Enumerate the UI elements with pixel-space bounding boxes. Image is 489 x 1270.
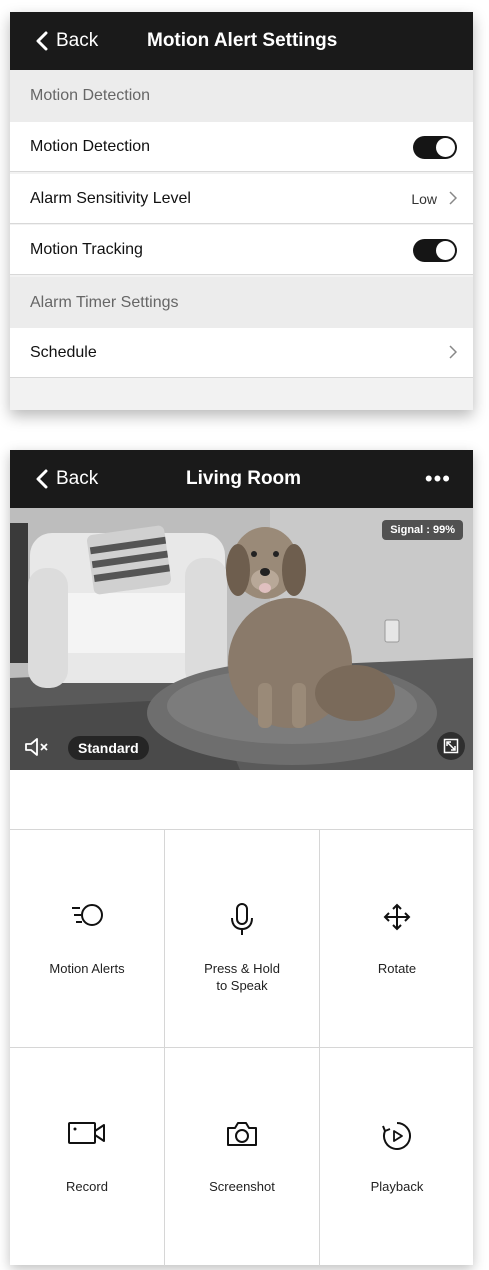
more-options-button[interactable]: ••• bbox=[425, 450, 451, 508]
playback-button[interactable]: Playback bbox=[320, 1048, 474, 1265]
rotate-button[interactable]: Rotate bbox=[320, 830, 474, 1047]
motion-alerts-label: Motion Alerts bbox=[49, 961, 125, 976]
back-button[interactable]: Back bbox=[36, 12, 98, 70]
camera-navbar: Back Living Room ••• bbox=[10, 450, 473, 508]
signal-strength-badge: Signal : 99% bbox=[382, 520, 463, 540]
video-quality-button[interactable]: Standard bbox=[68, 736, 149, 760]
chevron-left-icon bbox=[36, 469, 48, 489]
camera-live-view[interactable]: Signal : 99% Standard bbox=[10, 508, 473, 770]
motion-detection-toggle[interactable] bbox=[413, 136, 457, 159]
back-button[interactable]: Back bbox=[36, 450, 98, 508]
rotate-arrows-icon bbox=[383, 903, 411, 931]
page-title: Motion Alert Settings bbox=[147, 30, 338, 51]
schedule-row[interactable]: Schedule bbox=[10, 328, 473, 378]
camera-title: Living Room bbox=[186, 468, 302, 489]
section-header-motion-detection: Motion Detection bbox=[10, 70, 473, 122]
chevron-left-icon bbox=[36, 31, 48, 51]
record-button[interactable]: Record bbox=[10, 1048, 164, 1265]
camera-controls-grid: Motion Alerts Press & Hold to Speak Rota… bbox=[10, 829, 473, 1266]
alarm-sensitivity-label: Alarm Sensitivity Level bbox=[30, 189, 191, 207]
motion-alerts-button[interactable]: Motion Alerts bbox=[10, 830, 164, 1047]
alarm-sensitivity-value: Low bbox=[411, 190, 437, 207]
schedule-label: Schedule bbox=[30, 343, 97, 361]
motion-tracking-toggle[interactable] bbox=[413, 239, 457, 262]
camera-icon bbox=[227, 1122, 257, 1146]
screenshot-button[interactable]: Screenshot bbox=[165, 1048, 319, 1265]
screenshot-label: Screenshot bbox=[209, 1179, 275, 1194]
motion-alert-settings-panel: Back Motion Alert Settings Motion Detect… bbox=[10, 12, 473, 410]
section-header-alarm-timer: Alarm Timer Settings bbox=[10, 277, 473, 329]
record-label: Record bbox=[66, 1179, 108, 1194]
back-label: Back bbox=[56, 30, 99, 51]
camera-feed-image bbox=[10, 508, 473, 770]
alarm-sensitivity-row[interactable]: Alarm Sensitivity Level Low bbox=[10, 174, 473, 224]
microphone-icon bbox=[231, 903, 253, 935]
back-label: Back bbox=[56, 468, 99, 489]
rotate-label: Rotate bbox=[377, 961, 417, 976]
playback-icon bbox=[382, 1122, 411, 1150]
chevron-right-icon bbox=[449, 345, 457, 359]
settings-navbar: Back Motion Alert Settings bbox=[10, 12, 473, 70]
motion-alerts-icon bbox=[72, 904, 103, 926]
video-camera-icon bbox=[68, 1122, 105, 1144]
living-room-camera-panel: Back Living Room ••• Signal: 99% Standa… bbox=[10, 450, 473, 1266]
motion-tracking-label: Motion Tracking bbox=[30, 240, 143, 258]
playback-label: Playback bbox=[370, 1179, 424, 1194]
motion-tracking-row: Motion Tracking bbox=[10, 225, 473, 275]
fullscreen-icon bbox=[443, 738, 459, 754]
motion-detection-label: Motion Detection bbox=[30, 137, 151, 155]
chevron-right-icon bbox=[449, 191, 457, 205]
fullscreen-button[interactable] bbox=[437, 732, 465, 760]
motion-detection-row: Motion Detection bbox=[10, 122, 473, 172]
press-to-speak-button[interactable]: Press & Hold to Speak bbox=[165, 830, 319, 1047]
press-to-speak-label: Press & Hold to Speak bbox=[204, 961, 280, 993]
mute-speaker-icon[interactable] bbox=[24, 736, 52, 758]
